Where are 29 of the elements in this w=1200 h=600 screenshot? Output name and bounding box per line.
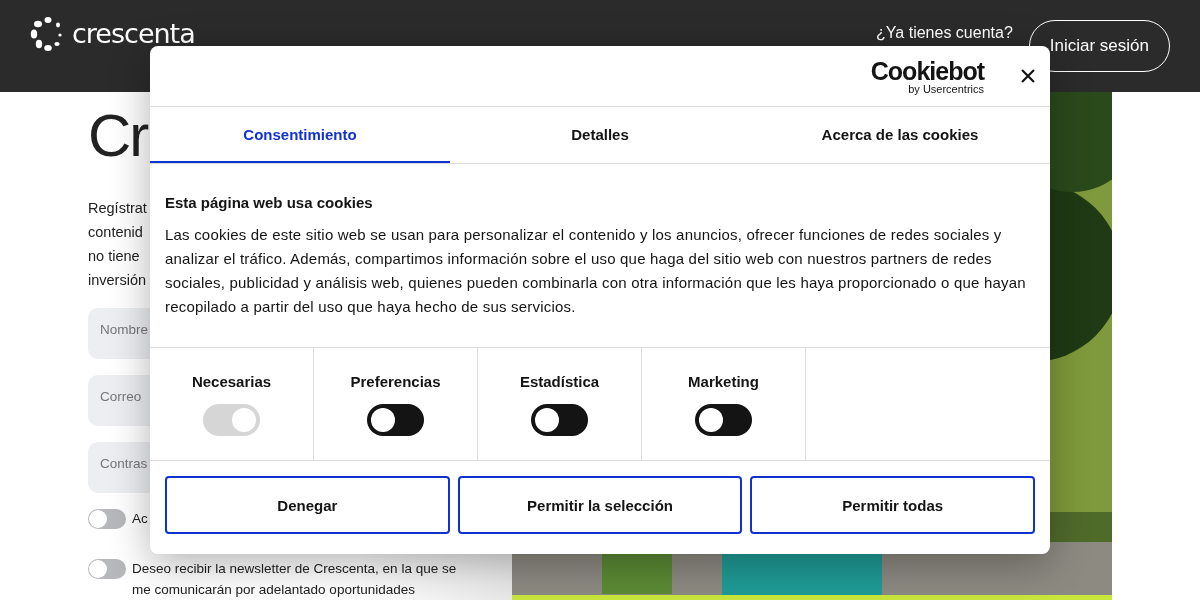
consent-button[interactable]: Permitir la selección xyxy=(457,476,743,534)
category-label: Estadística xyxy=(519,373,600,390)
intro-text: contenid xyxy=(88,223,143,242)
dialog-title: Esta página web usa cookies xyxy=(165,194,374,211)
tab[interactable]: Consentimiento xyxy=(150,107,450,163)
intro-text: no tiene xyxy=(88,247,140,266)
account-prompt: ¿Ya tienes cuenta? xyxy=(876,24,1013,42)
logo-wordmark: crescenta xyxy=(72,19,195,49)
page-heading: Cr xyxy=(88,101,148,171)
toggle-switch[interactable] xyxy=(367,404,424,436)
category-label: Marketing xyxy=(688,373,759,390)
intro-text: Regístrat xyxy=(88,199,147,218)
consent-button[interactable]: Permitir todas xyxy=(750,476,1035,534)
tab[interactable]: Detalles xyxy=(450,107,750,163)
category-label: Necesarias xyxy=(191,373,272,390)
consent-text: Ac xyxy=(132,510,148,528)
consent-button[interactable]: Denegar xyxy=(165,476,450,534)
toggle-switch[interactable] xyxy=(531,404,588,436)
brand-logo: Cookiebot xyxy=(870,59,984,83)
toggle-switch[interactable] xyxy=(88,509,126,529)
toggle-switch[interactable] xyxy=(88,559,126,579)
tab[interactable]: Acerca de las cookies xyxy=(750,107,1050,163)
dialog-text: Las cookies de este sitio web se usan para personalizar el contenido y los anuncios, ofrecer funciones de redes sociales y analizar el tráfico. Además, compartimos información sobre el uso que haga del sitio web con nuestros partners de redes sociales, publicidad y análisis web, quienes pueden combinarla con otra información que les haya proporcionado o que hayan recopilado a partir del uso que haya hecho de sus servicios. xyxy=(165,225,1027,317)
brand-tagline: by Usercentrics xyxy=(908,83,984,95)
category-label: Preferencias xyxy=(350,373,441,390)
close-icon[interactable] xyxy=(1020,68,1036,84)
intro-text: inversión xyxy=(88,271,147,290)
toggle-switch[interactable] xyxy=(695,404,752,436)
consent-text: Deseo recibir la newsletter de Crescenta, en la que se me comunicarán por adelantado oportunidades xyxy=(132,560,458,599)
